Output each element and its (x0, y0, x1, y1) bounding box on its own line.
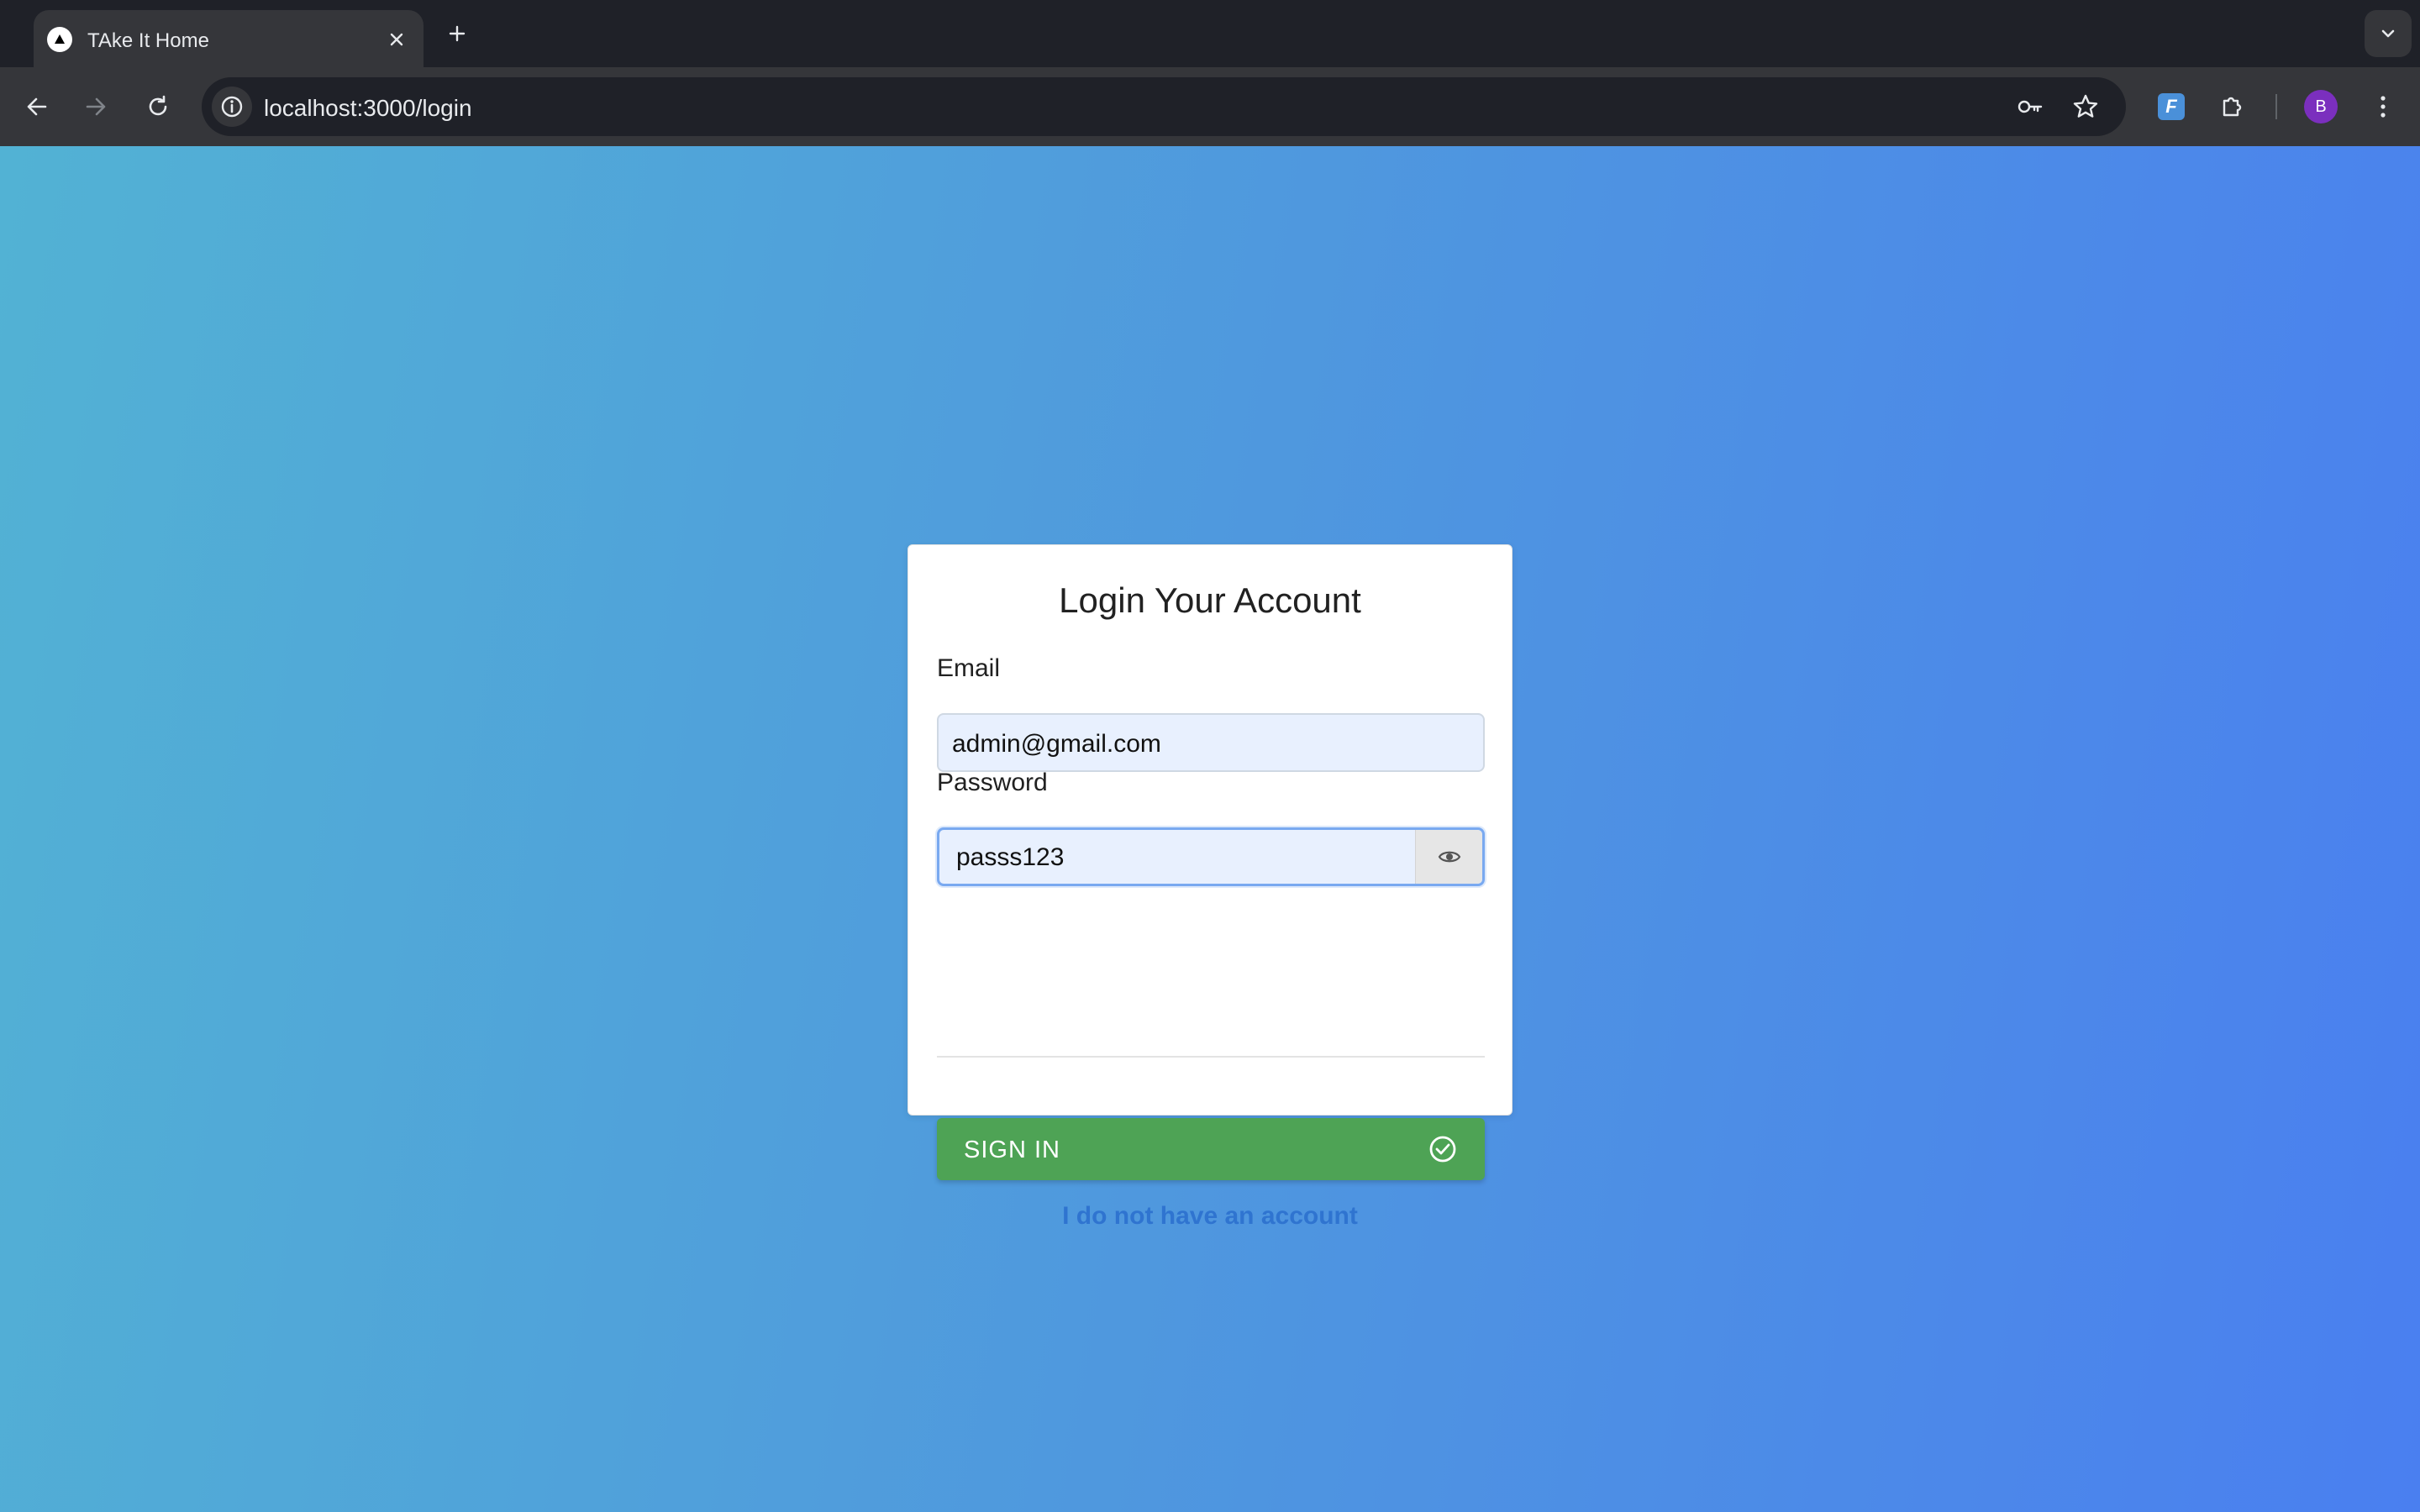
key-icon[interactable] (2010, 87, 2050, 127)
tab-title: TAke It Home (87, 29, 209, 52)
browser-toolbar: localhost:3000/login F B (0, 67, 2420, 146)
triangle-favicon-icon (47, 27, 72, 52)
login-card: Login Your Account Email admin@gmail.com… (908, 544, 1512, 1230)
password-label: Password (937, 769, 1048, 796)
extension-f-icon[interactable]: F (2158, 93, 2185, 120)
email-field[interactable]: admin@gmail.com (937, 713, 1485, 772)
page-title: Login Your Account (1059, 580, 1361, 620)
page-viewport: Login Your Account Email admin@gmail.com… (0, 146, 2420, 1512)
email-value: admin@gmail.com (952, 730, 1161, 758)
address-bar[interactable]: localhost:3000/login (202, 77, 2126, 136)
url-text: localhost:3000/login (264, 95, 472, 121)
reload-icon[interactable] (138, 87, 178, 127)
info-icon[interactable] (212, 87, 252, 127)
password-value: passs123 (956, 843, 1065, 871)
forward-arrow-icon[interactable] (76, 87, 116, 127)
toolbar-separator (2275, 94, 2277, 119)
email-label: Email (937, 654, 1001, 682)
more-vert-icon[interactable] (2363, 87, 2403, 127)
chevron-down-icon[interactable] (2365, 10, 2412, 57)
eye-icon[interactable] (1415, 830, 1482, 884)
tab-strip: TAke It Home (0, 0, 2420, 67)
browser-tab[interactable]: TAke It Home (34, 10, 424, 67)
sign-in-button[interactable]: SIGN IN (937, 1118, 1485, 1180)
plus-icon[interactable] (440, 17, 474, 50)
close-icon[interactable] (381, 24, 412, 55)
star-icon[interactable] (2065, 87, 2106, 127)
check-circle-icon (1429, 1136, 1456, 1163)
divider (937, 1056, 1485, 1058)
sign-in-label: SIGN IN (964, 1137, 1060, 1163)
puzzle-icon[interactable] (2212, 87, 2252, 127)
no-account-link[interactable]: I do not have an account (908, 1202, 1512, 1231)
avatar[interactable]: B (2304, 90, 2338, 123)
password-field[interactable]: passs123 (937, 827, 1485, 886)
back-arrow-icon[interactable] (17, 87, 57, 127)
